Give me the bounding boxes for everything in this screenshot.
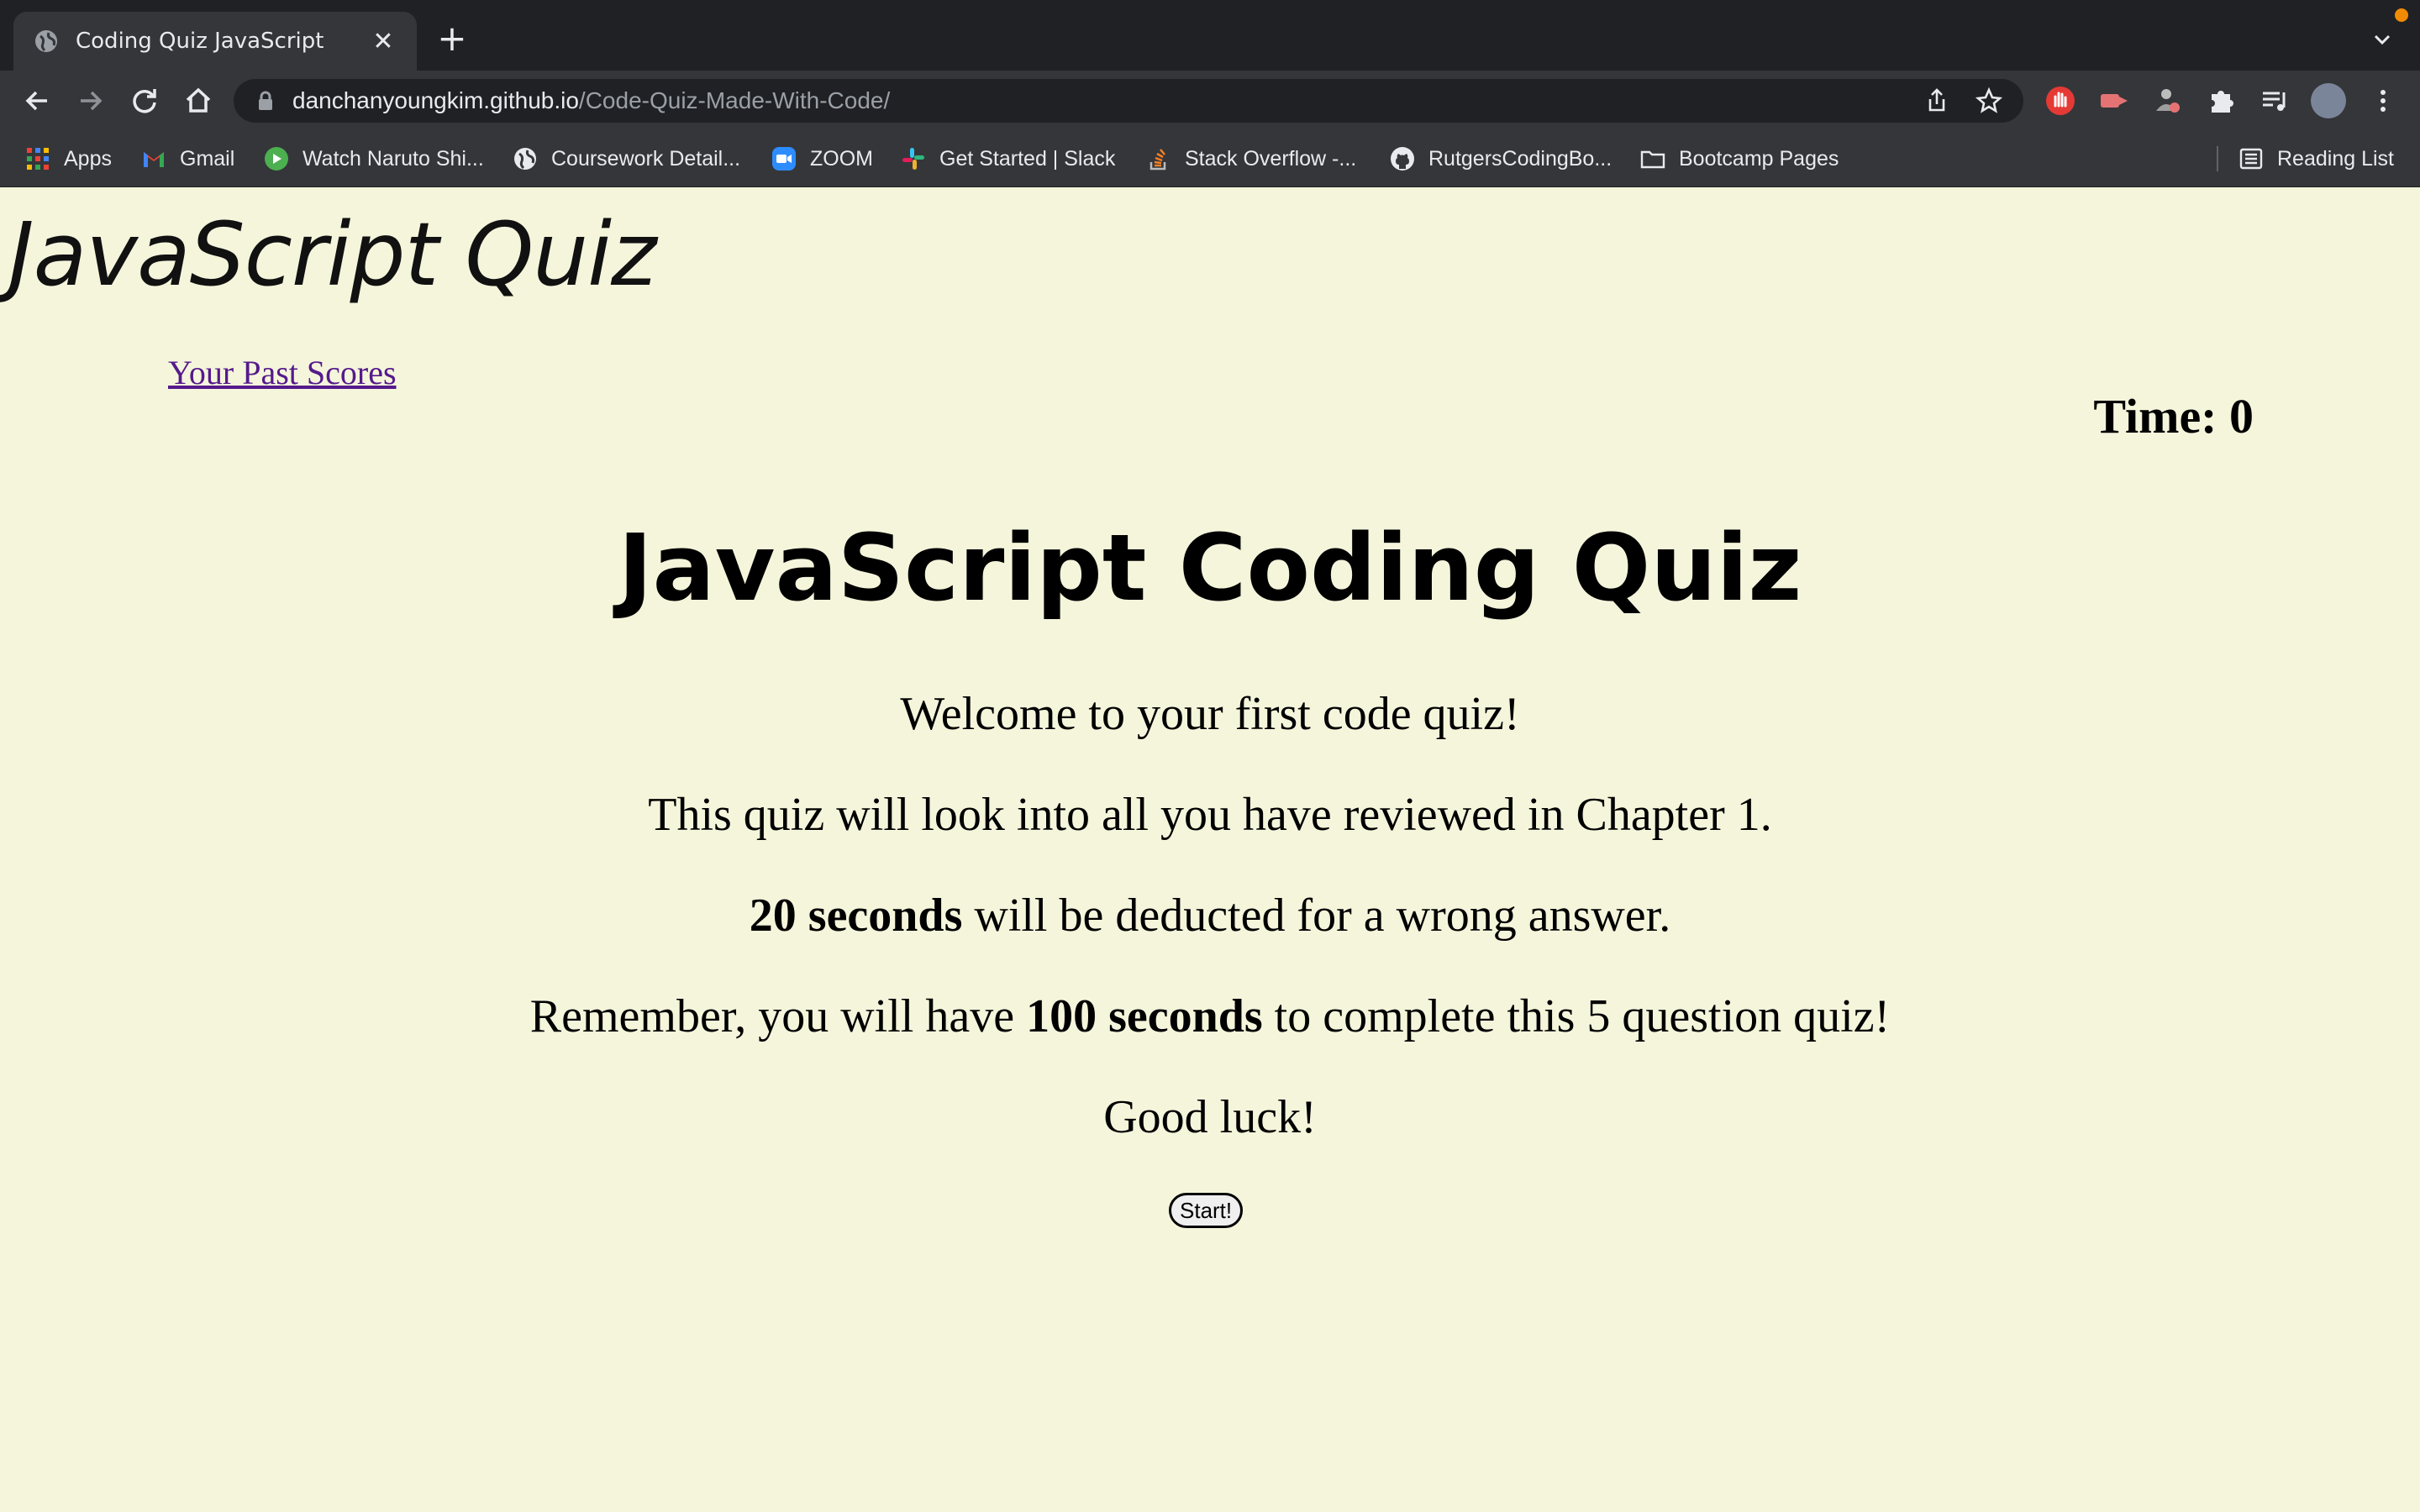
bookmark-label: Apps (64, 146, 112, 171)
url-text[interactable]: danchanyoungkim.github.io/Code-Quiz-Made… (292, 87, 890, 114)
quiz-heading: JavaScript Coding Quiz (618, 514, 1802, 622)
screencast-icon[interactable] (2096, 82, 2133, 119)
bookmark-apps[interactable]: Apps (25, 143, 112, 175)
bookmark-gmail[interactable]: Gmail (141, 143, 234, 175)
bookmark-label: ZOOM (810, 146, 873, 171)
notification-dot (2395, 8, 2408, 22)
browser-menu-icon[interactable] (2365, 82, 2402, 119)
bookmark-label: Gmail (180, 146, 235, 171)
bookmark-coursework[interactable]: Coursework Detail... (513, 143, 740, 175)
github-icon (1391, 147, 1414, 171)
remember-bold: 100 seconds (1026, 990, 1263, 1042)
browser-toolbar: danchanyoungkim.github.io/Code-Quiz-Made… (0, 71, 2420, 131)
globe-icon (514, 148, 536, 170)
slack-icon (902, 148, 924, 170)
url-host: danchanyoungkim.github.io (292, 87, 579, 113)
welcome-text: Welcome to your first code quiz! (900, 688, 1520, 740)
bookmark-label: RutgersCodingBo... (1428, 146, 1612, 171)
address-bar[interactable]: danchanyoungkim.github.io/Code-Quiz-Made… (234, 79, 2023, 123)
penalty-bold: 20 seconds (749, 890, 963, 942)
extensions-puzzle-icon[interactable] (2203, 82, 2240, 119)
timer-value: 0 (2229, 389, 2254, 444)
bookmark-github[interactable]: RutgersCodingBo... (1390, 143, 1612, 175)
bookmark-label: Stack Overflow -... (1185, 146, 1357, 171)
bookmark-label: Watch Naruto Shi... (302, 146, 484, 171)
url-path: /Code-Quiz-Made-With-Code/ (578, 87, 891, 113)
share-icon[interactable] (1923, 87, 1951, 115)
bookmarks-bar: Apps Gmail Watch Naruto Shi... Coursewor… (0, 131, 2420, 187)
timer: Time: 0 (2093, 388, 2254, 444)
lock-icon[interactable] (257, 91, 274, 111)
close-tab-icon[interactable]: ✕ (370, 27, 397, 56)
review-text: This quiz will look into all you have re… (648, 789, 1772, 841)
back-icon[interactable] (18, 82, 55, 119)
browser-tab[interactable]: Coding Quiz JavaScript ✕ (13, 12, 417, 71)
stackoverflow-icon (1150, 149, 1166, 171)
gmail-icon (144, 152, 164, 167)
bookmark-slack[interactable]: Get Started | Slack (901, 143, 1115, 175)
bookmarks-divider (2217, 146, 2218, 171)
new-tab-icon[interactable]: + (434, 20, 471, 57)
site-title: JavaScript Quiz (8, 203, 657, 306)
extension-person-icon[interactable] (2149, 82, 2186, 119)
reload-icon[interactable] (126, 82, 163, 119)
tab-strip: Coding Quiz JavaScript ✕ + (0, 0, 2420, 71)
folder-icon (1640, 150, 1665, 169)
reading-list-label: Reading List (2277, 146, 2394, 171)
adblock-hand-icon[interactable] (2042, 82, 2079, 119)
tab-search-chevron-icon[interactable] (2368, 25, 2396, 54)
forward-icon[interactable] (72, 82, 109, 119)
home-icon[interactable] (180, 82, 217, 119)
bookmark-zoom[interactable]: ZOOM (771, 143, 873, 175)
apps-grid-icon (27, 148, 49, 170)
bookmark-stackoverflow[interactable]: Stack Overflow -... (1146, 143, 1356, 175)
remember-post: to complete this 5 question quiz! (1262, 990, 1891, 1042)
play-icon (265, 147, 288, 171)
timer-label: Time: (2093, 389, 2229, 444)
remember-pre: Remember, you will have (529, 990, 1027, 1042)
remember-text: Remember, you will have 100 seconds to c… (0, 990, 2420, 1043)
tab-title: Coding Quiz JavaScript (76, 29, 324, 54)
penalty-rest: will be deducted for a wrong answer. (962, 890, 1671, 942)
page-viewport: JavaScript Quiz Your Past Scores Time: 0… (0, 186, 2420, 1512)
reading-list-icon (2239, 148, 2263, 170)
reading-list[interactable]: Reading List (2238, 143, 2394, 175)
good-luck-text: Good luck! (1103, 1091, 1317, 1143)
profile-avatar[interactable] (2311, 83, 2346, 118)
bookmark-star-icon[interactable] (1975, 87, 2003, 115)
media-queue-icon[interactable] (2257, 82, 2294, 119)
past-scores-link[interactable]: Your Past Scores (168, 353, 397, 392)
penalty-text: 20 seconds will be deducted for a wrong … (0, 889, 2420, 942)
globe-icon (35, 30, 57, 52)
bookmark-label: Get Started | Slack (939, 146, 1116, 171)
bookmark-naruto[interactable]: Watch Naruto Shi... (264, 143, 484, 175)
bookmark-label: Bootcamp Pages (1679, 146, 1839, 171)
zoom-icon (772, 147, 796, 171)
bookmark-bootcamp[interactable]: Bootcamp Pages (1640, 143, 1839, 175)
bookmark-label: Coursework Detail... (551, 146, 741, 171)
start-button[interactable]: Start! (1169, 1193, 1244, 1228)
